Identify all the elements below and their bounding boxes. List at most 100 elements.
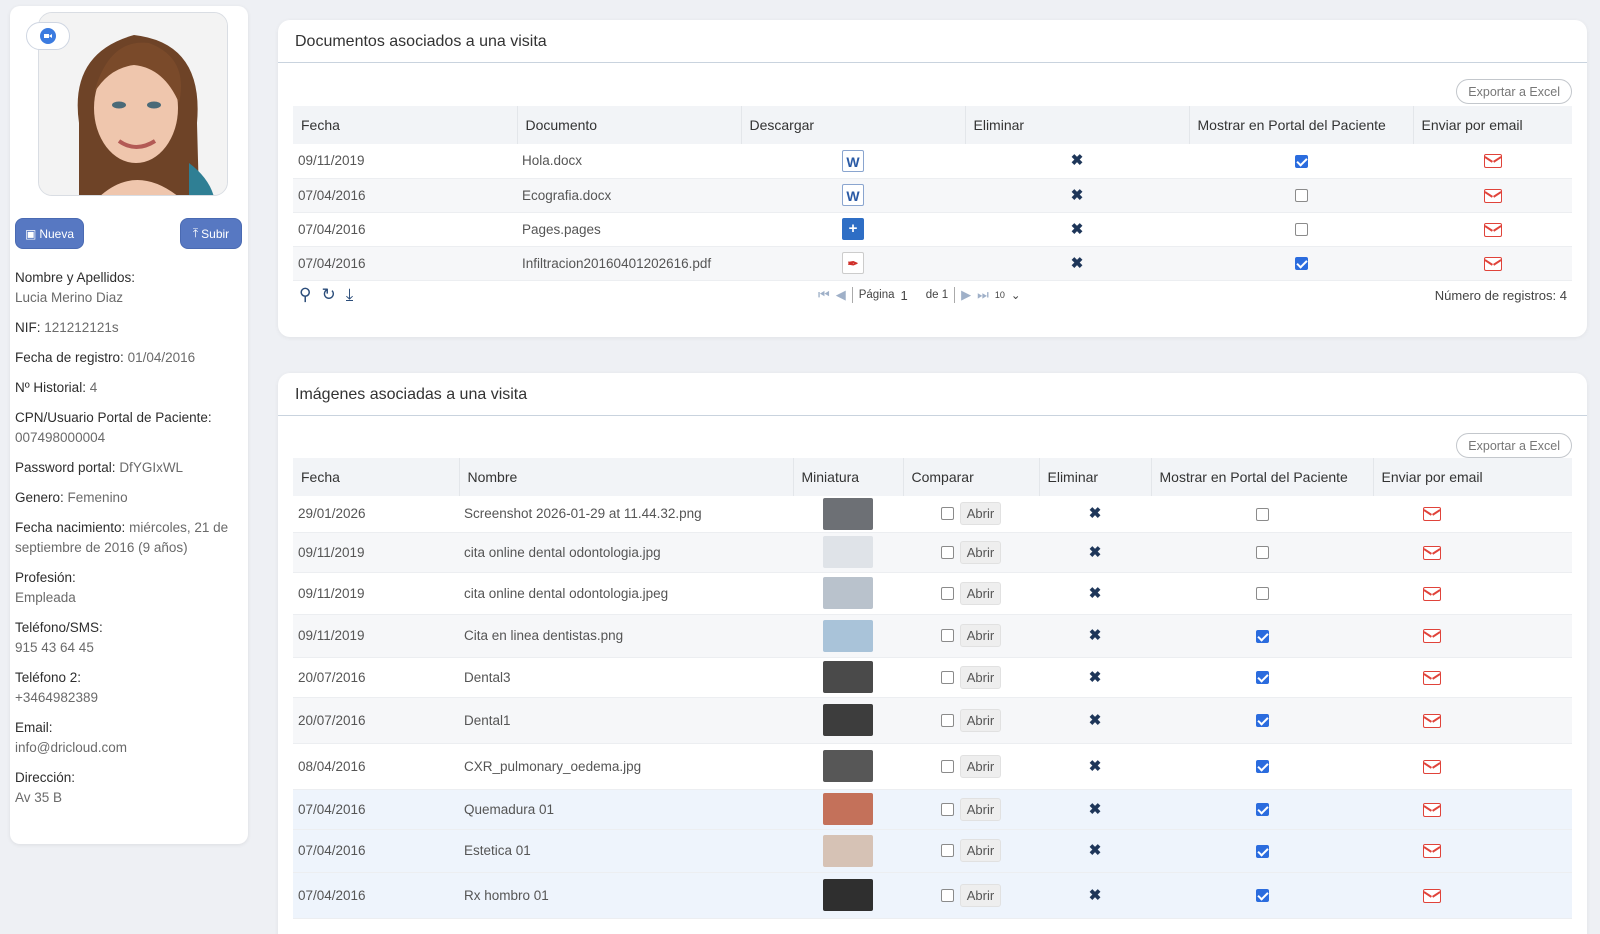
image-thumbnail[interactable] <box>823 536 873 568</box>
portal-checkbox[interactable] <box>1294 155 1308 169</box>
delete-icon[interactable]: ✖ <box>1071 153 1084 168</box>
pdf-icon[interactable]: ✒ <box>842 252 864 274</box>
open-button[interactable]: Abrir <box>959 624 1002 647</box>
word-icon[interactable]: W <box>842 149 864 172</box>
delete-icon[interactable]: ✖ <box>1071 222 1084 237</box>
table-row[interactable]: 07/04/2016 Ecografia.docx W ✖ <box>293 178 1572 213</box>
column-header[interactable]: Mostrar en Portal del Paciente <box>1151 458 1374 496</box>
portal-checkbox[interactable] <box>1255 629 1269 643</box>
email-icon[interactable] <box>1483 188 1502 203</box>
next-page-icon[interactable]: ▶ <box>961 287 971 303</box>
portal-checkbox[interactable] <box>1255 508 1269 522</box>
portal-checkbox[interactable] <box>1255 587 1269 601</box>
open-button[interactable]: Abrir <box>959 797 1002 821</box>
open-button[interactable]: Abrir <box>959 665 1002 689</box>
open-button[interactable]: Abrir <box>959 754 1002 778</box>
open-button[interactable]: Abrir <box>959 502 1002 526</box>
email-icon[interactable] <box>1483 256 1502 271</box>
image-thumbnail[interactable] <box>823 879 873 911</box>
image-thumbnail[interactable] <box>823 619 873 652</box>
portal-checkbox[interactable] <box>1255 714 1269 728</box>
column-header[interactable]: Enviar por email <box>1373 458 1572 496</box>
column-header[interactable]: Documento <box>517 106 742 144</box>
table-row[interactable]: 09/11/2019 Cita en linea dentistas.png Abr… <box>293 614 1572 658</box>
delete-icon[interactable]: ✖ <box>1089 628 1102 643</box>
delete-icon[interactable]: ✖ <box>1089 713 1102 728</box>
portal-checkbox[interactable] <box>1255 671 1269 685</box>
compare-checkbox[interactable] <box>940 507 954 521</box>
delete-icon[interactable]: ✖ <box>1089 888 1102 903</box>
image-thumbnail[interactable] <box>823 704 873 736</box>
download-icon[interactable]: ⤓ <box>346 285 354 305</box>
compare-checkbox[interactable] <box>940 888 954 902</box>
column-header[interactable]: Nombre <box>459 458 794 496</box>
delete-icon[interactable]: ✖ <box>1071 188 1084 203</box>
page-size-select[interactable]: 10 <box>995 290 1005 300</box>
portal-checkbox[interactable] <box>1255 889 1269 903</box>
email-icon[interactable] <box>1483 222 1502 237</box>
delete-icon[interactable]: ✖ <box>1071 256 1084 271</box>
portal-checkbox[interactable] <box>1294 257 1308 271</box>
table-row[interactable]: 09/11/2019 Hola.docx W ✖ <box>293 144 1572 179</box>
table-row[interactable]: 08/04/2016 CXR_pulmonary_oedema.jpg Abrir ✖ <box>293 743 1572 790</box>
email-icon[interactable] <box>1483 154 1502 169</box>
compare-checkbox[interactable] <box>940 586 954 600</box>
table-row[interactable]: 07/04/2016 Quemadura 01 Abrir ✖ <box>293 789 1572 830</box>
open-button[interactable]: Abrir <box>959 708 1002 732</box>
email-icon[interactable] <box>1423 844 1441 859</box>
table-row[interactable]: 09/11/2019 cita online dental odontologia… <box>293 572 1572 615</box>
new-photo-button[interactable]: ▣ Nueva <box>15 218 84 249</box>
delete-icon[interactable]: ✖ <box>1089 802 1102 817</box>
portal-checkbox[interactable] <box>1294 223 1308 237</box>
open-button[interactable]: Abrir <box>959 540 1002 564</box>
open-button[interactable]: Abrir <box>959 839 1002 862</box>
open-button[interactable]: Abrir <box>959 883 1002 907</box>
portal-checkbox[interactable] <box>1255 760 1269 774</box>
email-icon[interactable] <box>1423 759 1441 774</box>
compare-checkbox[interactable] <box>940 545 954 559</box>
column-header[interactable]: Fecha <box>293 458 460 496</box>
search-icon[interactable]: ⚲ <box>299 285 311 305</box>
image-thumbnail[interactable] <box>823 793 873 825</box>
email-icon[interactable] <box>1423 670 1441 685</box>
delete-icon[interactable]: ✖ <box>1089 759 1102 774</box>
compare-checkbox[interactable] <box>940 759 954 773</box>
column-header[interactable]: Enviar por email <box>1413 106 1572 144</box>
image-thumbnail[interactable] <box>823 577 873 609</box>
table-row[interactable]: 20/07/2016 Dental1 Abrir ✖ <box>293 697 1572 744</box>
email-icon[interactable] <box>1423 713 1441 728</box>
images-export-button[interactable]: Exportar a Excel <box>1456 433 1572 458</box>
delete-icon[interactable]: ✖ <box>1089 843 1102 858</box>
prev-page-icon[interactable]: ◀ <box>836 287 846 303</box>
column-header[interactable]: Descargar <box>741 106 966 144</box>
email-icon[interactable] <box>1423 888 1441 903</box>
table-row[interactable]: 07/04/2016 Estetica 01 Abrir ✖ <box>293 829 1572 873</box>
column-header[interactable]: Fecha <box>293 106 518 144</box>
image-thumbnail[interactable] <box>823 834 873 867</box>
delete-icon[interactable]: ✖ <box>1089 586 1102 601</box>
first-page-icon[interactable]: ⏮ <box>818 287 830 303</box>
chevron-down-icon[interactable]: ⌄ <box>1011 288 1021 302</box>
pages-icon[interactable]: + <box>842 218 864 240</box>
email-icon[interactable] <box>1423 507 1441 522</box>
email-icon[interactable] <box>1423 629 1441 644</box>
page-number-input[interactable]: 1 <box>901 288 908 303</box>
portal-checkbox[interactable] <box>1255 546 1269 560</box>
portal-checkbox[interactable] <box>1255 844 1269 858</box>
table-row[interactable]: 07/04/2016 Pages.pages + ✖ <box>293 212 1572 247</box>
table-row[interactable]: 09/11/2019 cita online dental odontologia… <box>293 532 1572 573</box>
email-icon[interactable] <box>1423 802 1441 817</box>
image-thumbnail[interactable] <box>823 661 873 693</box>
column-header[interactable]: Comparar <box>903 458 1040 496</box>
word-icon[interactable]: W <box>842 184 864 206</box>
portal-checkbox[interactable] <box>1294 189 1308 203</box>
compare-checkbox[interactable] <box>940 844 954 857</box>
column-header[interactable]: Eliminar <box>965 106 1190 144</box>
documents-export-button[interactable]: Exportar a Excel <box>1456 79 1572 104</box>
last-page-icon[interactable]: ⏭ <box>977 287 989 303</box>
open-button[interactable]: Abrir <box>959 581 1002 605</box>
delete-icon[interactable]: ✖ <box>1089 506 1102 521</box>
column-header[interactable]: Miniatura <box>793 458 904 496</box>
upload-photo-button[interactable]: ⤒ Subir <box>180 218 242 249</box>
table-row[interactable]: 29/01/2026 Screenshot 2026-01-29 at 11.44… <box>293 496 1572 533</box>
